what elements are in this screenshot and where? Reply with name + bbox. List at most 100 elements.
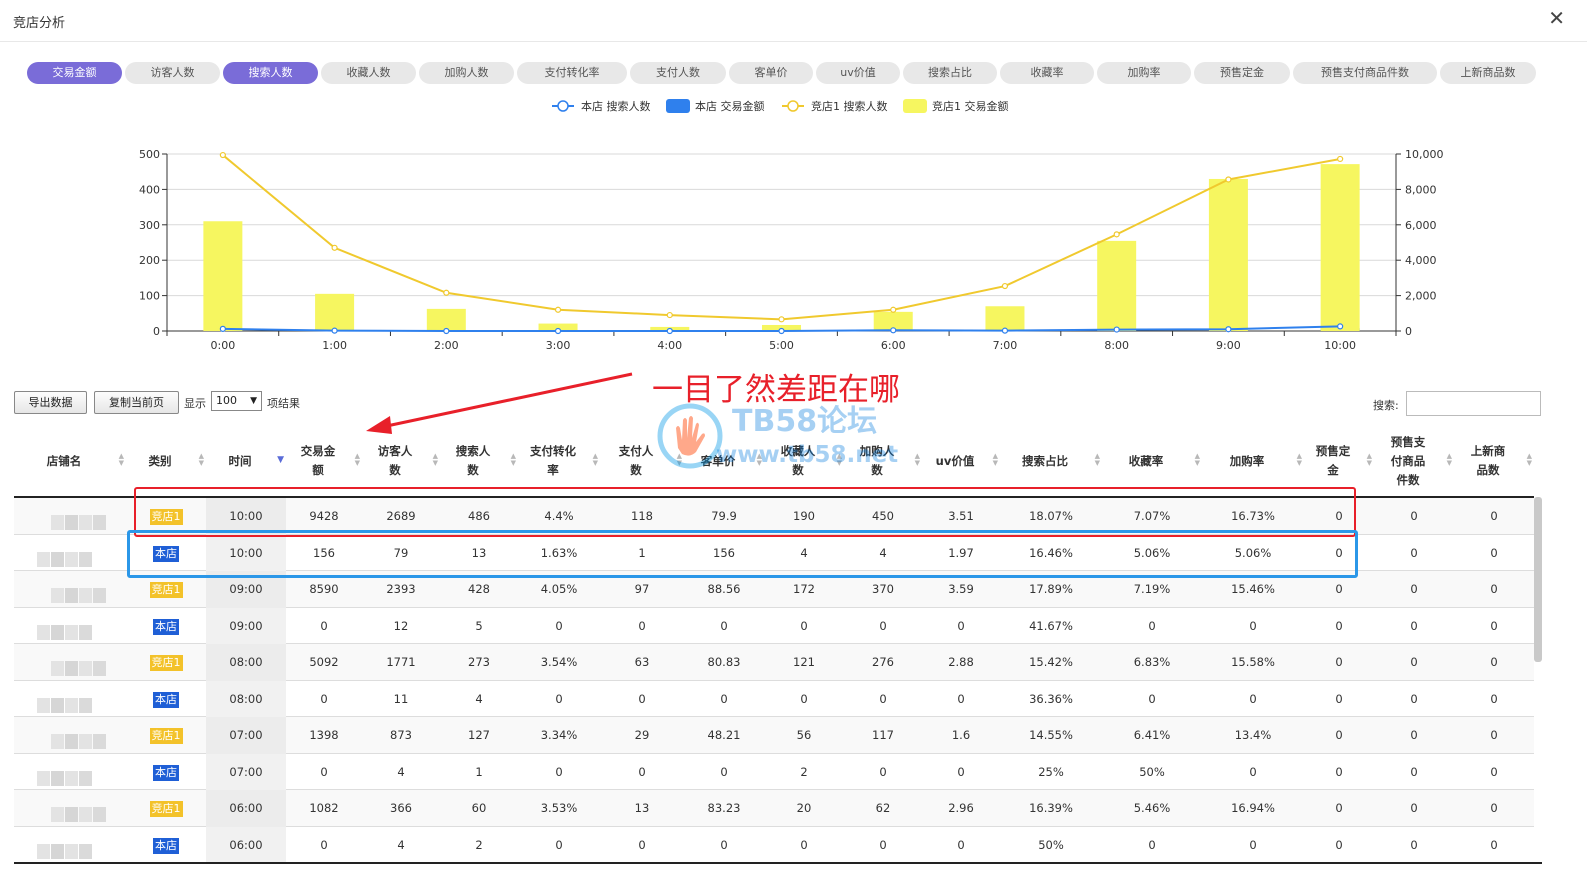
right-tick-label: 0 <box>1405 325 1412 338</box>
table-cell: 62 <box>875 801 891 815</box>
tab-5[interactable]: 加购人数 <box>419 62 514 84</box>
legend-swatch-marker <box>787 100 799 112</box>
column-header[interactable]: uv价值 ▲ ▼ <box>922 426 1000 496</box>
x-tick-label: 8:00 <box>1104 339 1129 352</box>
column-header-label: 加购率 <box>1229 453 1265 468</box>
column-header[interactable]: 上新商 品数 ▲ ▼ <box>1454 426 1534 496</box>
chevron-down-icon: ▼ <box>250 396 257 406</box>
table-cell: 0 <box>1335 764 1343 779</box>
table-cell: 0 <box>1410 655 1418 669</box>
column-header-label: 预售定金 <box>1315 444 1351 477</box>
table-cell: 0 <box>555 837 563 852</box>
table-cell: 63 <box>634 655 650 669</box>
tab-3[interactable]: 搜索人数 <box>223 62 318 84</box>
table-cell: 2 <box>475 837 483 852</box>
table-row[interactable]: 本店 06:00 0 4 2 0 0 0 0 0 0 50% 0 0 0 0 0 <box>14 826 1534 863</box>
sort-icon: ▲ ▼ <box>354 452 360 467</box>
shop-name-cell <box>14 608 126 645</box>
blurred-shop-name <box>50 654 108 676</box>
series-point <box>666 311 673 319</box>
table-cell: 2.96 <box>948 801 974 815</box>
column-header[interactable]: 加购率 ▲ ▼ <box>1202 426 1304 496</box>
table-cell: 117 <box>872 728 894 742</box>
table-cell: 36.36% <box>1029 691 1073 706</box>
table-cell: 0 <box>1148 691 1156 706</box>
table-row[interactable]: 本店 07:00 0 4 1 0 0 0 2 0 0 25% 50% 0 0 0 0 <box>14 753 1534 790</box>
table-row[interactable]: 本店 08:00 0 11 4 0 0 0 0 0 0 36.36% 0 0 0 0 0 <box>14 680 1534 718</box>
tab-13[interactable]: 预售定金 <box>1194 62 1290 84</box>
tab-10[interactable]: 搜索占比 <box>903 62 997 84</box>
sort-icon: ▲ ▼ <box>1296 452 1302 467</box>
table-cell: 0 <box>1410 618 1418 633</box>
export-button[interactable]: 导出数据 <box>14 391 87 414</box>
table-cell: 50% <box>1038 837 1064 852</box>
left-tick-label: 0 <box>153 325 160 338</box>
shop-name-cell <box>14 681 126 718</box>
sort-icon: ▲ ▼ <box>198 452 204 467</box>
x-tick-label: 6:00 <box>881 339 906 352</box>
tab-9[interactable]: uv价值 <box>816 62 900 84</box>
table-row[interactable]: 本店 09:00 0 12 5 0 0 0 0 0 0 41.67% 0 0 0 0 0 <box>14 607 1534 645</box>
column-header[interactable]: 店铺名 ▲ ▼ <box>14 426 126 496</box>
sort-icon: ▲ ▼ <box>118 452 124 467</box>
series-point <box>778 316 785 323</box>
blurred-shop-name <box>50 508 108 530</box>
tab-14[interactable]: 预售支付商品件数 <box>1293 62 1437 84</box>
page-size-select[interactable]: 100 ▼ <box>211 391 262 411</box>
table-cell: 09:00 <box>206 607 286 644</box>
tab-6[interactable]: 支付转化率 <box>517 62 627 84</box>
bar <box>1097 240 1137 331</box>
tab-8[interactable]: 客单价 <box>729 62 813 84</box>
table-cell: 873 <box>390 728 412 742</box>
table-row[interactable]: 竞店1 07:00 1398 873 127 3.34% 29 48.21 56 117 1.6 14… <box>14 717 1534 754</box>
tab-7[interactable]: 支付人数 <box>630 62 726 84</box>
tab-12[interactable]: 加购率 <box>1097 62 1191 84</box>
sort-icon: ▲ ▼ <box>1366 452 1372 467</box>
table-cell: 2.88 <box>948 655 974 669</box>
column-header[interactable]: 类别 ▲ ▼ <box>126 426 206 496</box>
table-scrollbar[interactable] <box>1534 497 1542 662</box>
table-cell: 127 <box>468 728 490 742</box>
tab-15[interactable]: 上新商品数 <box>1440 62 1536 84</box>
column-header[interactable]: 搜索占比 ▲ ▼ <box>1000 426 1102 496</box>
close-icon[interactable]: ✕ <box>1548 8 1565 28</box>
table-cell: 0 <box>1249 837 1257 852</box>
tab-4[interactable]: 收藏人数 <box>321 62 416 84</box>
blurred-shop-name <box>36 691 94 713</box>
dialog-header: 竞店分析 ✕ <box>0 0 1587 42</box>
column-header[interactable]: 交易金额 ▲ ▼ <box>286 426 362 496</box>
table-cell: 80.83 <box>707 655 741 669</box>
table-row[interactable]: 竞店1 06:00 1082 366 60 3.53% 13 83.23 20 62 2.96 16.… <box>14 790 1534 827</box>
column-header[interactable]: 预售定金 ▲ ▼ <box>1304 426 1374 496</box>
tab-2[interactable]: 访客人数 <box>125 62 220 84</box>
series-point <box>1337 323 1344 330</box>
table-cell: 0 <box>1490 509 1498 523</box>
column-header[interactable]: 时间 ▼ <box>206 426 286 496</box>
series-point <box>666 327 673 335</box>
table-cell: 0 <box>800 618 808 633</box>
column-header-label: 支付转化率 <box>530 444 576 477</box>
column-header[interactable]: 预售支 付商品 件数 ▲ ▼ <box>1374 426 1454 496</box>
table-cell: 13.4% <box>1234 728 1272 742</box>
x-tick-label: 3:00 <box>546 339 571 352</box>
table-cell: 2 <box>800 764 808 779</box>
sort-icon: ▲ ▼ <box>1094 452 1100 467</box>
sort-icon: ▲ ▼ <box>1526 452 1532 467</box>
tab-11[interactable]: 收藏率 <box>1000 62 1094 84</box>
copy-page-button[interactable]: 复制当前页 <box>94 391 179 414</box>
table-cell: 48.21 <box>707 728 741 742</box>
series-line <box>222 154 1341 321</box>
page-size-value: 100 <box>216 394 237 407</box>
search-input[interactable] <box>1406 391 1541 416</box>
tab-1[interactable]: 交易金额 <box>27 62 122 84</box>
series-point <box>1001 282 1009 290</box>
category-badge: 本店 <box>153 837 179 854</box>
table-row[interactable]: 竞店1 08:00 5092 1771 273 3.54% 63 80.83 121 276 2.8… <box>14 644 1534 681</box>
table-cell: 1398 <box>309 728 339 742</box>
column-header[interactable]: 收藏率 ▲ ▼ <box>1102 426 1202 496</box>
category-badge: 竞店1 <box>149 728 183 744</box>
table-cell: 0 <box>1410 837 1418 852</box>
blurred-shop-name <box>50 581 108 603</box>
table-cell: 0 <box>1410 545 1418 560</box>
x-tick-label: 9:00 <box>1216 339 1241 352</box>
